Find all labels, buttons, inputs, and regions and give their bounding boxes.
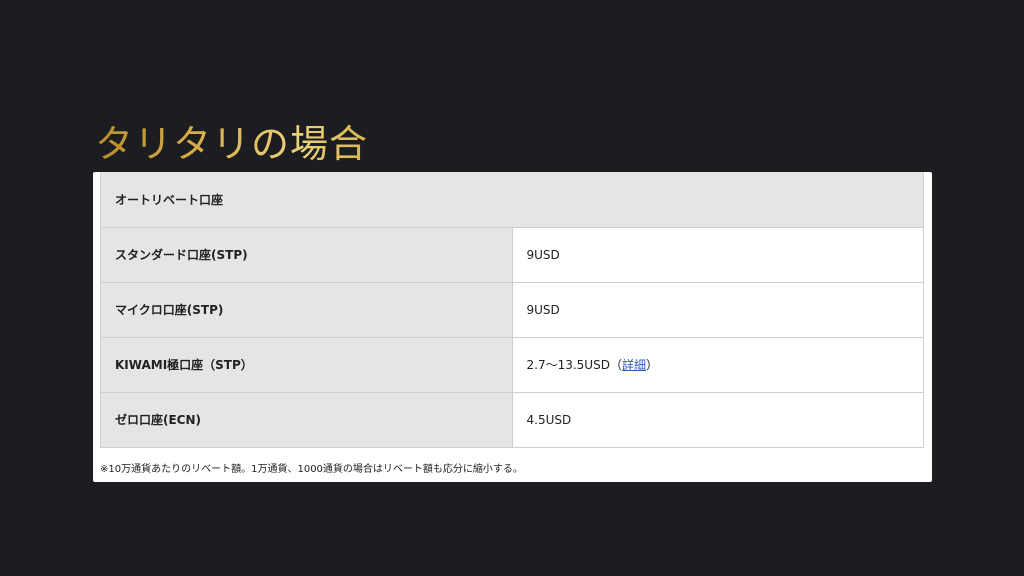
table-row: スタンダード口座(STP) 9USD bbox=[100, 226, 924, 283]
details-link[interactable]: 詳細 bbox=[622, 358, 646, 372]
rebate-value-standard: 9USD bbox=[511, 226, 924, 283]
table-header-row: オートリベート口座 bbox=[100, 172, 924, 228]
account-label-micro: マイクロ口座(STP) bbox=[100, 281, 513, 338]
table-row: ゼロ口座(ECN) 4.5USD bbox=[100, 391, 924, 448]
account-label-standard: スタンダード口座(STP) bbox=[100, 226, 513, 283]
rebate-value-zero: 4.5USD bbox=[511, 391, 924, 448]
account-label-kiwami: KIWAMI極口座（STP） bbox=[100, 336, 513, 393]
footnote: ※10万通貨あたりのリベート額。1万通貨、1000通貨の場合はリベート額も応分に… bbox=[100, 464, 523, 475]
rebate-table-card: オートリベート口座 スタンダード口座(STP) 9USD マイクロ口座(STP)… bbox=[93, 172, 932, 482]
rebate-value-kiwami-text: 2.7〜13.5USD bbox=[526, 358, 610, 372]
open-paren: （ bbox=[609, 358, 622, 372]
table-row: マイクロ口座(STP) 9USD bbox=[100, 281, 924, 338]
rebate-value-kiwami: 2.7〜13.5USD（詳細） bbox=[511, 336, 924, 393]
table-header-cell: オートリベート口座 bbox=[100, 172, 924, 228]
rebate-table: オートリベート口座 スタンダード口座(STP) 9USD マイクロ口座(STP)… bbox=[100, 172, 924, 448]
account-label-zero: ゼロ口座(ECN) bbox=[100, 391, 513, 448]
close-paren: ） bbox=[645, 358, 658, 372]
table-row: KIWAMI極口座（STP） 2.7〜13.5USD（詳細） bbox=[100, 336, 924, 393]
rebate-value-micro: 9USD bbox=[511, 281, 924, 338]
slide-title: タリタリの場合 bbox=[95, 113, 368, 168]
